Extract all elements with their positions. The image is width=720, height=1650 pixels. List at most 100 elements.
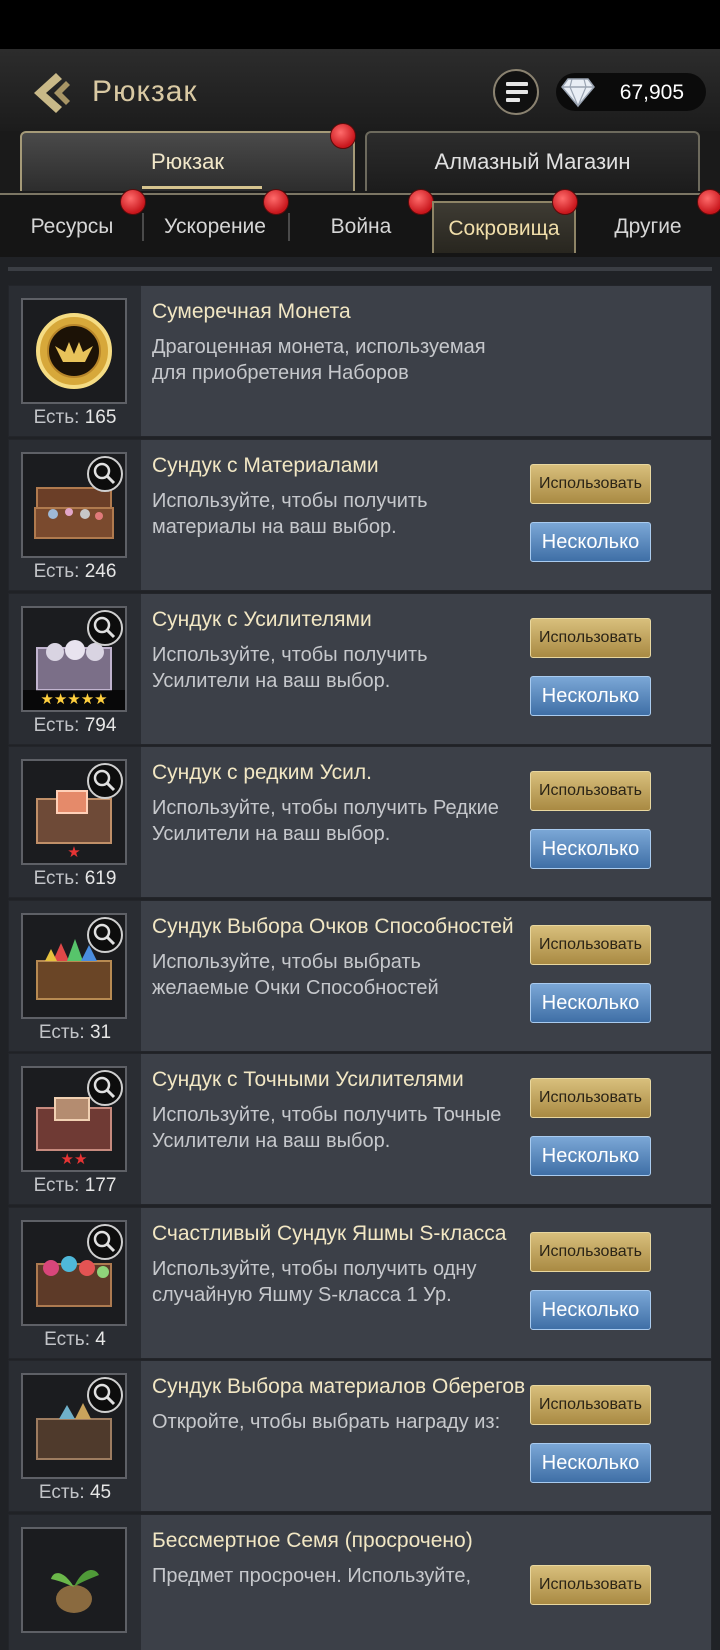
use-button[interactable]: Использовать — [530, 1565, 651, 1605]
item-name: Сундук с Усилителями — [152, 608, 372, 631]
use-button[interactable]: Использовать — [530, 925, 651, 965]
use-button[interactable]: Использовать — [530, 1232, 651, 1272]
item-description: Используйте, чтобы получить Усилители на… — [152, 644, 428, 692]
use-button[interactable]: Использовать — [530, 464, 651, 504]
item-name: Счастливый Сундук Яшмы S-класса — [152, 1222, 507, 1245]
list-item: ★★★★★ Есть: 794 Сундук с Усилителями Исп… — [8, 593, 712, 745]
materials-chest-icon[interactable] — [21, 452, 127, 558]
item-name: Сундук Выбора материалов Оберегов — [152, 1375, 526, 1398]
ability-points-chest-icon[interactable] — [21, 913, 127, 1019]
use-button[interactable]: Использовать — [530, 1078, 651, 1118]
list-item: Есть: 246 Сундук с Материалами Используй… — [8, 439, 712, 591]
tab-divider — [142, 213, 144, 241]
search-icon[interactable] — [87, 1070, 123, 1106]
search-icon[interactable] — [87, 1224, 123, 1260]
notification-dot — [120, 189, 146, 215]
header: Рюкзак 67,905 — [0, 49, 720, 131]
boosters-chest-icon[interactable]: ★★★★★ — [21, 606, 127, 712]
twilight-coin-icon[interactable] — [21, 298, 127, 404]
item-icon-column: ★★★★★ Есть: 794 — [9, 594, 141, 744]
multiple-button[interactable]: Несколько — [530, 522, 651, 562]
tab-backpack[interactable]: Рюкзак — [20, 131, 355, 191]
gem-count: 67,905 — [619, 81, 684, 104]
search-icon[interactable] — [87, 917, 123, 953]
item-name: Сундук Выбора Очков Способностей — [152, 915, 514, 938]
item-name: Сундук с Точными Усилителями — [152, 1068, 464, 1091]
item-name: Сундук с Материалами — [152, 454, 379, 477]
search-icon[interactable] — [87, 763, 123, 799]
quantity: Есть: 165 — [33, 407, 117, 428]
star-rating: ★★ — [60, 1151, 88, 1168]
diamond-icon — [561, 78, 595, 108]
use-button[interactable]: Использовать — [530, 771, 651, 811]
quantity: Есть: 246 — [33, 561, 117, 582]
menu-button[interactable] — [493, 69, 539, 115]
list-item: Есть: 45 Сундук Выбора материалов Оберег… — [8, 1360, 712, 1512]
item-icon-column: Есть: 4 — [9, 1208, 141, 1358]
item-icon-column — [9, 1515, 141, 1650]
item-icon-column: Есть: 31 — [9, 901, 141, 1051]
immortal-seed-icon[interactable] — [21, 1527, 127, 1633]
list-item: Есть: 165 Сумеречная Монета Драгоценная … — [8, 285, 712, 437]
item-icon-column: ★★ Есть: 177 — [9, 1054, 141, 1204]
amulet-materials-chest-icon[interactable] — [21, 1373, 127, 1479]
page-title: Рюкзак — [92, 75, 198, 108]
multiple-button[interactable]: Несколько — [530, 1290, 651, 1330]
quantity: Есть: 619 — [33, 868, 117, 889]
search-icon[interactable] — [87, 610, 123, 646]
gem-balance[interactable]: 67,905 — [556, 73, 706, 111]
multiple-button[interactable]: Несколько — [530, 1136, 651, 1176]
item-icon-column: Есть: 45 — [9, 1361, 141, 1511]
tab-resources[interactable]: Ресурсы — [8, 201, 136, 253]
sub-tabs: Ресурсы Ускорение Война Сокровища Другие — [0, 189, 720, 259]
notification-dot — [263, 189, 289, 215]
use-button[interactable]: Использовать — [530, 618, 651, 658]
item-description: Используйте, чтобы выбрать желаемые Очки… — [152, 951, 439, 999]
list-top-rule — [8, 267, 712, 271]
item-name: Бессмертное Семя (просрочено) — [152, 1529, 473, 1552]
search-icon[interactable] — [87, 456, 123, 492]
quantity: Есть: 177 — [33, 1175, 117, 1196]
jasper-chest-icon[interactable] — [21, 1220, 127, 1326]
tab-diamond-shop[interactable]: Алмазный Магазин — [365, 131, 700, 191]
quantity: Есть: 31 — [38, 1022, 112, 1043]
quantity: Есть: 45 — [38, 1482, 112, 1503]
multiple-button[interactable]: Несколько — [530, 983, 651, 1023]
item-description: Используйте, чтобы получить Редкие Усили… — [152, 797, 499, 845]
tab-war[interactable]: Война — [294, 201, 428, 253]
list-icon — [506, 82, 528, 106]
tab-divider — [288, 213, 290, 241]
item-icon-column: ★ Есть: 619 — [9, 747, 141, 897]
multiple-button[interactable]: Несколько — [530, 676, 651, 716]
list-item: Есть: 4 Счастливый Сундук Яшмы S-класса … — [8, 1207, 712, 1359]
use-button[interactable]: Использовать — [530, 1385, 651, 1425]
tab-speedups[interactable]: Ускорение — [148, 201, 282, 253]
item-description: Используйте, чтобы получить Точные Усили… — [152, 1104, 502, 1152]
search-icon[interactable] — [87, 1377, 123, 1413]
star-rating: ★ — [67, 844, 81, 861]
item-icon-column: Есть: 246 — [9, 440, 141, 590]
item-description: Используйте, чтобы получить одну случайн… — [152, 1258, 477, 1306]
item-name: Сундук с редким Усил. — [152, 761, 372, 784]
item-name: Сумеречная Монета — [152, 300, 351, 323]
precise-booster-chest-icon[interactable]: ★★ — [21, 1066, 127, 1172]
list-item: ★ Есть: 619 Сундук с редким Усил. Исполь… — [8, 746, 712, 898]
list-item: Есть: 31 Сундук Выбора Очков Способносте… — [8, 900, 712, 1052]
item-description: Откройте, чтобы выбрать награду из: — [152, 1411, 501, 1433]
notification-dot — [330, 123, 356, 149]
list-item: Бессмертное Семя (просрочено) Предмет пр… — [8, 1514, 712, 1650]
multiple-button[interactable]: Несколько — [530, 829, 651, 869]
main-tabs: Рюкзак Алмазный Магазин — [0, 123, 720, 193]
notification-dot — [408, 189, 434, 215]
list-item: ★★ Есть: 177 Сундук с Точными Усилителям… — [8, 1053, 712, 1205]
multiple-button[interactable]: Несколько — [530, 1443, 651, 1483]
notification-dot — [552, 189, 578, 215]
star-rating: ★★★★★ — [23, 690, 125, 710]
item-list[interactable]: Есть: 165 Сумеречная Монета Драгоценная … — [0, 257, 720, 1650]
back-button[interactable] — [26, 69, 74, 117]
item-description: Драгоценная монета, используемая для при… — [152, 336, 486, 384]
rare-booster-chest-icon[interactable]: ★ — [21, 759, 127, 865]
quantity: Есть: 794 — [33, 715, 117, 736]
tab-others[interactable]: Другие — [582, 201, 714, 253]
item-description: Используйте, чтобы получить материалы на… — [152, 490, 428, 538]
